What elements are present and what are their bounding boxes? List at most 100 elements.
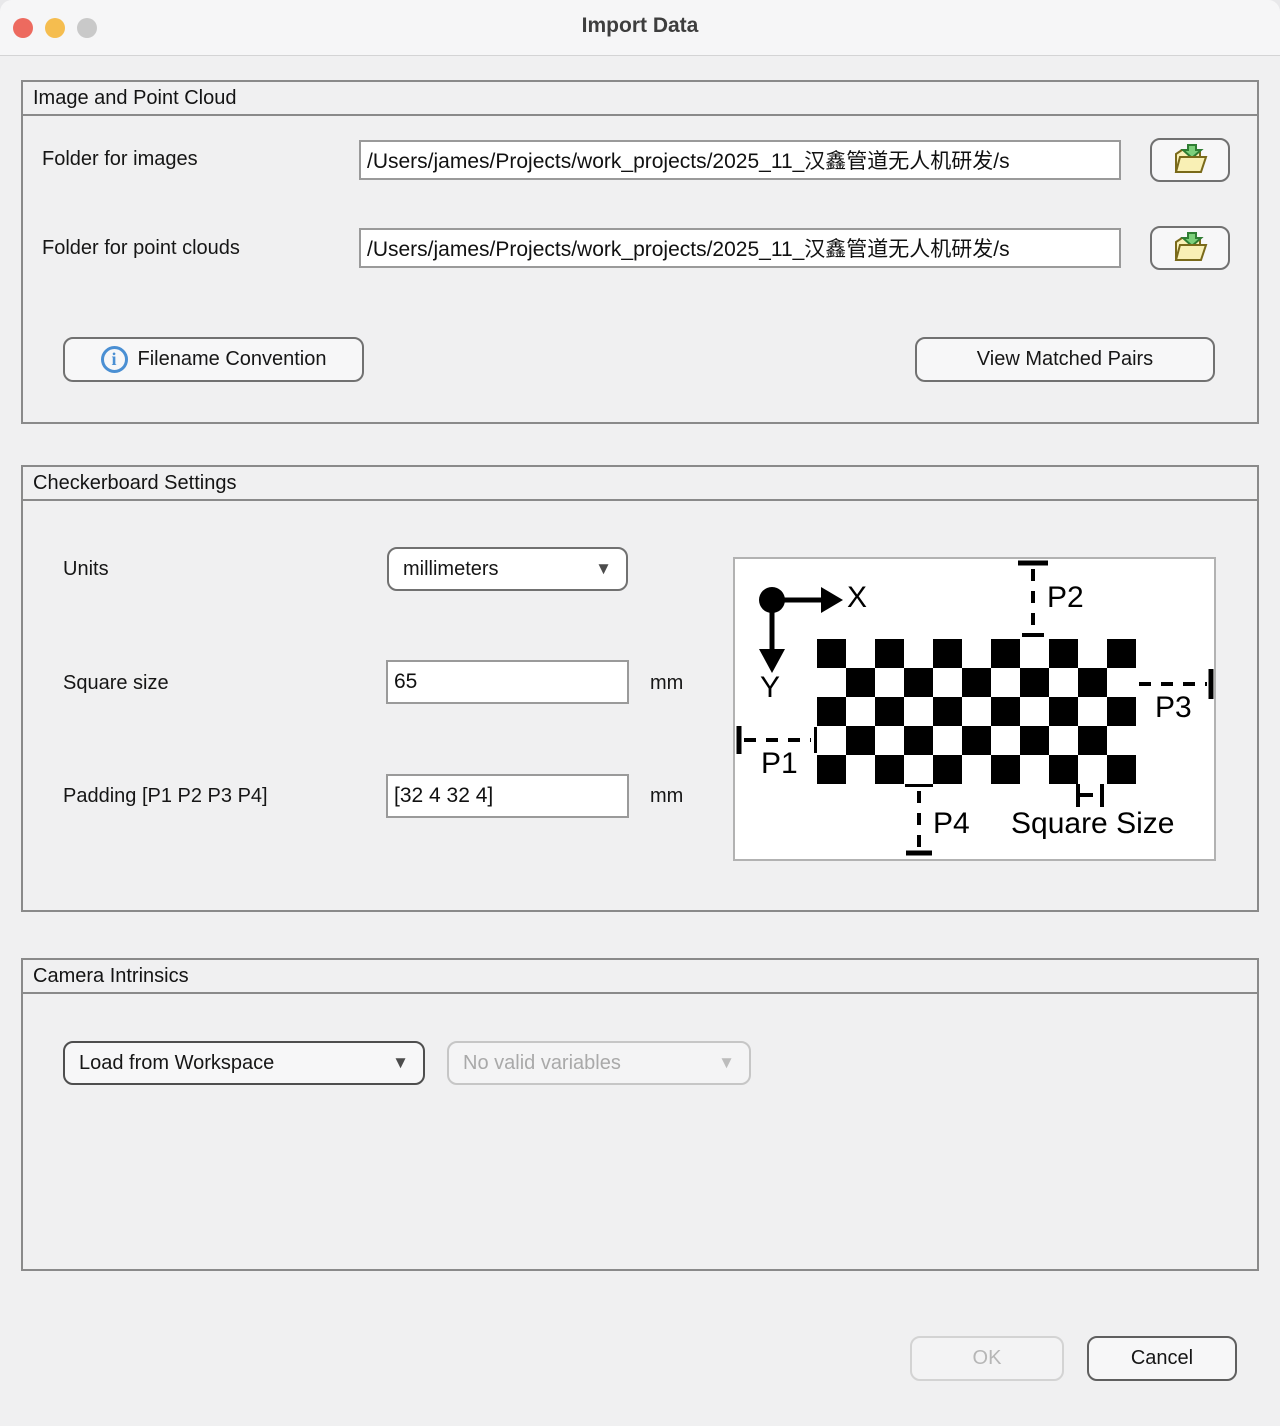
checkerboard-cell (1078, 639, 1107, 668)
checkerboard-cell (1049, 697, 1078, 726)
square-size-unit: mm (650, 672, 683, 695)
checkerboard-cell (904, 697, 933, 726)
checkerboard-cell (1049, 668, 1078, 697)
checkerboard-cell (1078, 668, 1107, 697)
chevron-down-icon: ▼ (392, 1053, 409, 1073)
section-title: Image and Point Cloud (23, 82, 1257, 116)
checkerboard-cell (846, 726, 875, 755)
checkerboard-cell (817, 697, 846, 726)
checkerboard-cell (1049, 726, 1078, 755)
checkerboard-cell (933, 697, 962, 726)
checkerboard-cell (1107, 726, 1136, 755)
checkerboard-cell (875, 726, 904, 755)
checkerboard-cell (846, 697, 875, 726)
padding-input[interactable] (386, 774, 629, 818)
folder-pointclouds-label: Folder for point clouds (42, 237, 240, 260)
checkerboard-cell (846, 668, 875, 697)
square-size-input[interactable] (386, 660, 629, 704)
title-bar: Import Data (0, 0, 1280, 56)
intrinsics-source-dropdown[interactable]: Load from Workspace ▼ (63, 1041, 425, 1085)
checkerboard-cell (991, 668, 1020, 697)
units-label: Units (63, 558, 109, 581)
checkerboard-cell (962, 755, 991, 784)
chevron-down-icon: ▼ (718, 1053, 735, 1073)
browse-pointclouds-button[interactable] (1150, 226, 1230, 270)
checkerboard-cell (817, 755, 846, 784)
filename-convention-label: Filename Convention (138, 348, 327, 371)
ok-button-label: OK (973, 1347, 1002, 1370)
checkerboard-cell (1020, 726, 1049, 755)
checkerboard-cell (846, 755, 875, 784)
checkerboard-cell (1078, 755, 1107, 784)
checkerboard-cell (1049, 639, 1078, 668)
import-data-dialog: Import Data Image and Point Cloud Folder… (0, 0, 1280, 1426)
checkerboard-cell (904, 755, 933, 784)
checkerboard-cell (991, 726, 1020, 755)
checkerboard-cell (875, 755, 904, 784)
intrinsics-source-value: Load from Workspace (79, 1052, 274, 1075)
view-matched-pairs-label: View Matched Pairs (977, 348, 1153, 371)
checkerboard-cell (1020, 755, 1049, 784)
checkerboard-cell (933, 668, 962, 697)
checkerboard-cell (1107, 668, 1136, 697)
section-title: Camera Intrinsics (23, 960, 1257, 994)
checkerboard-cell (991, 639, 1020, 668)
checkerboard-cell (991, 755, 1020, 784)
checkerboard-cell (904, 726, 933, 755)
checkerboard-cell (875, 639, 904, 668)
checkerboard-cell (817, 639, 846, 668)
ok-button: OK (910, 1336, 1064, 1381)
checkerboard-cell (1107, 755, 1136, 784)
units-dropdown[interactable]: millimeters ▼ (387, 547, 628, 591)
p4-label: P4 (933, 807, 970, 841)
browse-images-button[interactable] (1150, 138, 1230, 182)
checkerboard-cell (875, 668, 904, 697)
checkerboard-cell (1107, 697, 1136, 726)
padding-label: Padding [P1 P2 P3 P4] (63, 785, 268, 808)
checkerboard-cell (962, 726, 991, 755)
padding-unit: mm (650, 785, 683, 808)
intrinsics-variable-dropdown: No valid variables ▼ (447, 1041, 751, 1085)
open-folder-icon (1170, 230, 1210, 266)
filename-convention-button[interactable]: i Filename Convention (63, 337, 364, 382)
section-title: Checkerboard Settings (23, 467, 1257, 501)
p1-label: P1 (761, 747, 798, 781)
chevron-down-icon: ▼ (595, 559, 612, 579)
checkerboard-cell (1020, 697, 1049, 726)
folder-pointclouds-input[interactable] (359, 228, 1121, 268)
checkerboard-cell (1107, 639, 1136, 668)
y-axis-label: Y (760, 671, 780, 705)
folder-images-label: Folder for images (42, 148, 198, 171)
checkerboard-cell (1078, 726, 1107, 755)
info-icon: i (101, 346, 128, 373)
checkerboard-cell (962, 668, 991, 697)
view-matched-pairs-button[interactable]: View Matched Pairs (915, 337, 1215, 382)
p2-label: P2 (1047, 581, 1084, 615)
checkerboard-cell (991, 697, 1020, 726)
checkerboard-diagram: X Y P2 P3 P1 P4 Square Size (733, 557, 1216, 861)
checkerboard-cell (817, 726, 846, 755)
intrinsics-variable-value: No valid variables (463, 1052, 621, 1075)
folder-images-input[interactable] (359, 140, 1121, 180)
checkerboard-cell (817, 668, 846, 697)
checkerboard-cell (846, 639, 875, 668)
checkerboard-cell (962, 697, 991, 726)
checkerboard-cell (962, 639, 991, 668)
checkerboard-cell (1020, 639, 1049, 668)
window-title: Import Data (0, 14, 1280, 38)
x-axis-label: X (847, 581, 867, 615)
checkerboard-cell (933, 726, 962, 755)
checkerboard-cell (933, 639, 962, 668)
checkerboard-cell (933, 755, 962, 784)
square-size-label: Square size (63, 672, 169, 695)
checkerboard-cell (1078, 697, 1107, 726)
cancel-button-label: Cancel (1131, 1347, 1193, 1370)
checkerboard-cell (904, 639, 933, 668)
units-value: millimeters (403, 558, 499, 581)
cancel-button[interactable]: Cancel (1087, 1336, 1237, 1381)
p3-label: P3 (1155, 691, 1192, 725)
checkerboard-cell (875, 697, 904, 726)
open-folder-icon (1170, 142, 1210, 178)
checkerboard-cell (1049, 755, 1078, 784)
checkerboard-cell (1020, 668, 1049, 697)
